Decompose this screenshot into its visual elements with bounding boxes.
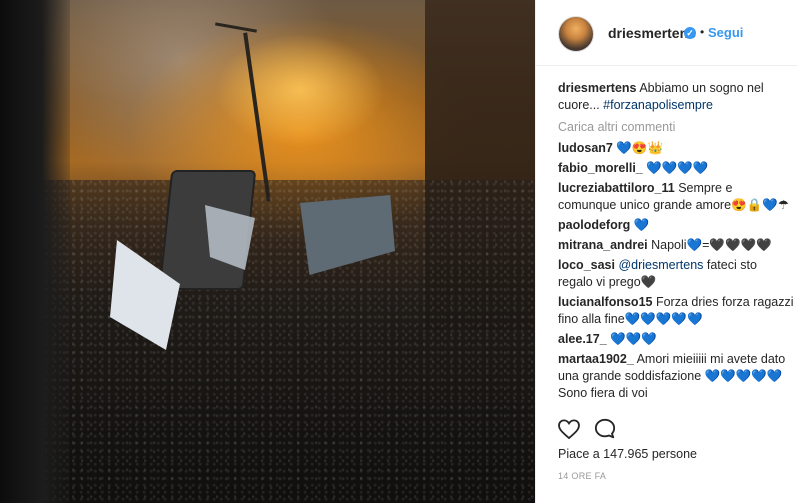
comment-item: ludosan7 💙😍👑 [558, 140, 794, 157]
header-username[interactable]: driesmertens [608, 25, 696, 41]
comment-username[interactable]: ludosan7 [558, 141, 613, 155]
comment-username[interactable]: mitrana_andrei [558, 238, 648, 252]
comment-item: lucreziabattiloro_11 Sempre e comunque u… [558, 180, 794, 214]
comment-username[interactable]: martaa1902_ [558, 352, 634, 366]
comment-mention[interactable]: @driesmertens [618, 258, 703, 272]
comment-text: 💙💙💙 [610, 332, 657, 346]
post-header: driesmertens ✓ • Segui [536, 0, 797, 66]
comment-username[interactable]: fabio_morelli_ [558, 161, 643, 175]
follow-button[interactable]: Segui [708, 25, 743, 40]
comment-item: loco_sasi @driesmertens fateci sto regal… [558, 257, 794, 291]
comment-item: fabio_morelli_ 💙💙💙💙 [558, 160, 794, 177]
verified-badge-icon: ✓ [684, 27, 696, 39]
caption-hashtag[interactable]: #forzanapolisempre [603, 98, 713, 112]
comment-bubble-icon[interactable] [594, 418, 616, 445]
comment-text: Napoli💙=🖤🖤🖤🖤 [651, 238, 772, 252]
post-photo[interactable] [0, 0, 535, 503]
caption-username[interactable]: driesmertens [558, 81, 637, 95]
comment-item: paolodeforg 💙 [558, 217, 794, 234]
comments-list[interactable]: driesmertens Abbiamo un sogno nel cuore.… [558, 80, 794, 410]
comment-item: lucianalfonso15 Forza dries forza ragazz… [558, 294, 794, 328]
heart-outline-icon[interactable] [558, 419, 580, 444]
comment-username[interactable]: lucreziabattiloro_11 [558, 181, 675, 195]
avatar[interactable] [558, 16, 594, 52]
photo-crowd [0, 180, 535, 503]
comment-username[interactable]: lucianalfonso15 [558, 295, 652, 309]
photo-street-lamp-arm [215, 22, 257, 33]
post-timestamp: 14 ORE FA [558, 471, 607, 481]
comment-text: 💙😍👑 [616, 141, 664, 155]
comment-text: 💙💙💙💙 [646, 161, 709, 175]
comment-item: alee.17_ 💙💙💙 [558, 331, 794, 348]
likes-count[interactable]: Piace a 147.965 persone [558, 447, 697, 461]
post-caption: driesmertens Abbiamo un sogno nel cuore.… [558, 80, 794, 114]
comment-text: 💙 [633, 218, 650, 232]
load-more-comments-link[interactable]: Carica altri commenti [558, 120, 794, 134]
post-actions [558, 418, 626, 440]
comment-item: mitrana_andrei Napoli💙=🖤🖤🖤🖤 [558, 237, 794, 254]
comment-username[interactable]: loco_sasi [558, 258, 615, 272]
post-side-panel: driesmertens ✓ • Segui driesmertens Abbi… [535, 0, 797, 503]
comment-username[interactable]: alee.17_ [558, 332, 607, 346]
photo-building-left [0, 0, 70, 503]
separator-dot: • [700, 25, 705, 39]
comment-username[interactable]: paolodeforg [558, 218, 630, 232]
comment-item: martaa1902_ Amori mieiiiii mi avete dato… [558, 351, 794, 402]
